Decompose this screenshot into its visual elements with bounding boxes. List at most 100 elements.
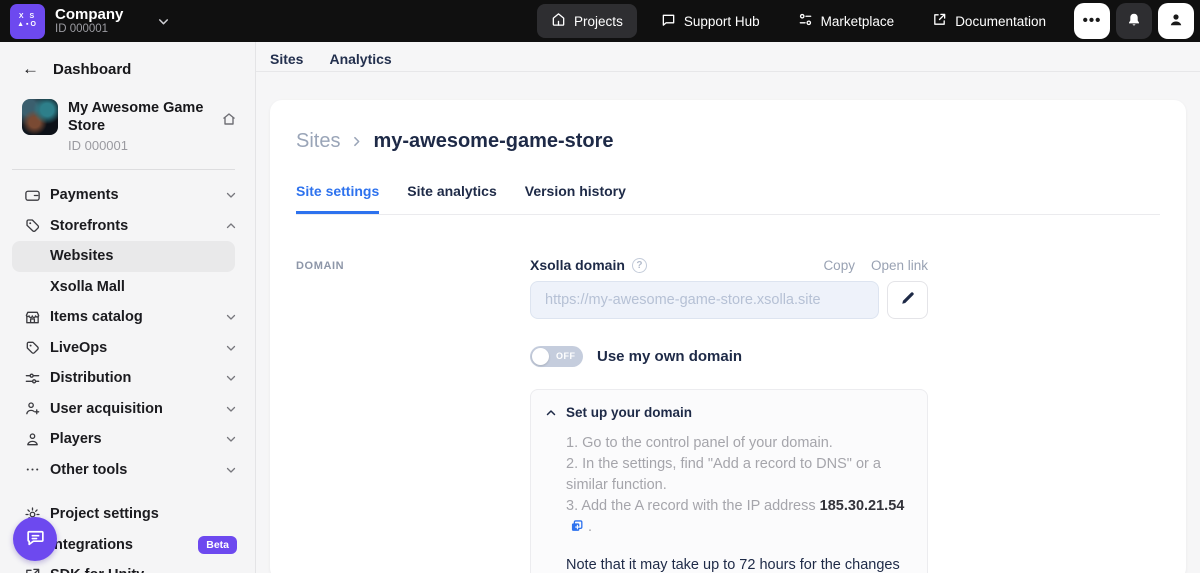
subtab-analytics[interactable]: Analytics — [329, 51, 391, 71]
sidebar-item-label: Integrations — [50, 537, 198, 553]
setup-step-3: 3. Add the A record with the IP address … — [566, 496, 911, 540]
sidebar-item-label: Payments — [50, 187, 225, 203]
sidebar-item-websites[interactable]: Websites — [12, 241, 235, 272]
tab-site-settings[interactable]: Site settings — [296, 183, 379, 214]
tab-site-analytics[interactable]: Site analytics — [407, 183, 497, 214]
sidebar-item-liveops[interactable]: LiveOps — [0, 333, 255, 364]
project-avatar — [22, 99, 58, 135]
copy-link[interactable]: Copy — [823, 258, 855, 273]
sidebar-item-payments[interactable]: Payments — [0, 180, 255, 211]
external-link-icon — [24, 567, 50, 573]
toggle-knob — [532, 348, 549, 365]
page-title: my-awesome-game-store — [373, 130, 613, 153]
chevron-right-icon — [350, 135, 363, 148]
nav-marketplace[interactable]: Marketplace — [784, 4, 909, 38]
chevron-down-icon — [225, 311, 237, 323]
sliders-icon — [24, 370, 50, 387]
home-icon — [221, 111, 237, 132]
sidebar-item-label: Players — [50, 431, 225, 447]
help-icon[interactable]: ? — [632, 258, 647, 273]
nav-projects-label: Projects — [574, 14, 623, 29]
sidebar-item-label: Other tools — [50, 462, 225, 478]
project-id: ID 000001 — [68, 138, 211, 153]
storefront-icon — [24, 309, 50, 326]
sliders-icon — [798, 12, 813, 30]
company-switcher[interactable]: X S▲▪O Company ID 000001 — [10, 4, 170, 39]
nav-documentation[interactable]: Documentation — [918, 4, 1060, 38]
domain-section: DOMAIN Xsolla domain ? Copy Open link — [296, 257, 1160, 573]
chevron-down-icon — [225, 189, 237, 201]
sidebar-item-other-tools[interactable]: Other tools — [0, 455, 255, 486]
ellipsis-icon — [24, 461, 50, 478]
chevron-down-icon — [225, 403, 237, 415]
sidebar-item-label: Storefronts — [50, 218, 225, 234]
sidebar-item-xsolla-mall[interactable]: Xsolla Mall — [0, 272, 255, 303]
user-icon — [1168, 12, 1184, 31]
user-plus-icon — [24, 400, 50, 417]
sub-nav: Sites Analytics — [256, 42, 1200, 72]
sidebar-item-label: SDK for Unity — [50, 567, 237, 573]
chat-bubble-icon — [25, 527, 46, 551]
nav-projects[interactable]: Projects — [537, 4, 637, 38]
setup-domain-panel: Set up your domain 1. Go to the control … — [530, 389, 928, 573]
xsolla-domain-label: Xsolla domain — [530, 257, 625, 273]
setup-step-2: 2. In the settings, find "Add a record t… — [566, 454, 911, 496]
setup-panel-title: Set up your domain — [566, 405, 692, 420]
sidebar-item-label: Xsolla Mall — [50, 279, 237, 295]
setup-panel-header[interactable]: Set up your domain — [545, 405, 911, 420]
tab-version-history[interactable]: Version history — [525, 183, 626, 214]
chevron-up-icon — [545, 407, 557, 419]
tab-bar: Site settings Site analytics Version his… — [296, 183, 1160, 215]
breadcrumb-sites[interactable]: Sites — [296, 130, 340, 153]
nav-marketplace-label: Marketplace — [821, 14, 895, 29]
top-bar: X S▲▪O Company ID 000001 Projects Suppor… — [0, 0, 1200, 42]
spacer — [0, 485, 255, 499]
setup-note: Note that it may take up to 72 hours for… — [566, 555, 911, 573]
xsolla-domain-input[interactable] — [530, 281, 879, 319]
sidebar-item-label: Items catalog — [50, 309, 225, 325]
sidebar-item-players[interactable]: Players — [0, 424, 255, 455]
chat-bubble-icon — [661, 12, 676, 30]
company-id: ID 000001 — [55, 23, 123, 36]
open-link[interactable]: Open link — [871, 258, 928, 273]
copy-icon[interactable] — [570, 519, 584, 540]
breadcrumb: Sites my-awesome-game-store — [296, 130, 1160, 153]
sidebar-item-sdk-for-unity[interactable]: SDK for Unity — [0, 560, 255, 573]
company-logo-icon: X S▲▪O — [10, 4, 45, 39]
company-name: Company — [55, 7, 123, 23]
notifications-button[interactable] — [1116, 3, 1152, 39]
project-switcher[interactable]: My Awesome Game Store ID 000001 — [0, 79, 255, 153]
sidebar-item-items-catalog[interactable]: Items catalog — [0, 302, 255, 333]
sidebar-item-label: User acquisition — [50, 401, 225, 417]
nav-support-hub[interactable]: Support Hub — [647, 4, 774, 38]
wallet-icon — [24, 187, 50, 204]
sidebar-menu: Payments Storefronts Websites Xsolla Mal… — [0, 170, 255, 573]
sidebar-item-user-acquisition[interactable]: User acquisition — [0, 394, 255, 425]
project-name: My Awesome Game Store — [68, 99, 211, 135]
sidebar-item-storefronts[interactable]: Storefronts — [0, 211, 255, 242]
tag-icon — [24, 339, 50, 356]
more-button[interactable]: ••• — [1074, 3, 1110, 39]
own-domain-row: OFF Use my own domain — [530, 346, 928, 367]
chevron-down-icon — [225, 433, 237, 445]
sidebar-item-distribution[interactable]: Distribution — [0, 363, 255, 394]
main-content: Sites Analytics Sites my-awesome-game-st… — [256, 42, 1200, 573]
pencil-icon — [900, 291, 915, 309]
sidebar-item-label: Websites — [50, 248, 217, 264]
sidebar-item-label: Project settings — [50, 506, 237, 522]
chevron-down-icon — [157, 15, 170, 28]
section-label: DOMAIN — [296, 257, 530, 573]
back-to-dashboard[interactable]: ← Dashboard — [0, 42, 255, 79]
edit-domain-button[interactable] — [887, 281, 928, 319]
chat-widget-button[interactable] — [13, 517, 57, 561]
subtab-sites[interactable]: Sites — [270, 51, 303, 71]
chevron-down-icon — [225, 464, 237, 476]
home-icon — [551, 12, 566, 30]
own-domain-toggle[interactable]: OFF — [530, 346, 583, 367]
back-label: Dashboard — [53, 61, 131, 78]
sites-card: Sites my-awesome-game-store Site setting… — [270, 100, 1186, 573]
own-domain-label: Use my own domain — [597, 348, 742, 365]
account-button[interactable] — [1158, 3, 1194, 39]
beta-badge: Beta — [198, 536, 237, 554]
setup-step-1: 1. Go to the control panel of your domai… — [566, 433, 911, 454]
